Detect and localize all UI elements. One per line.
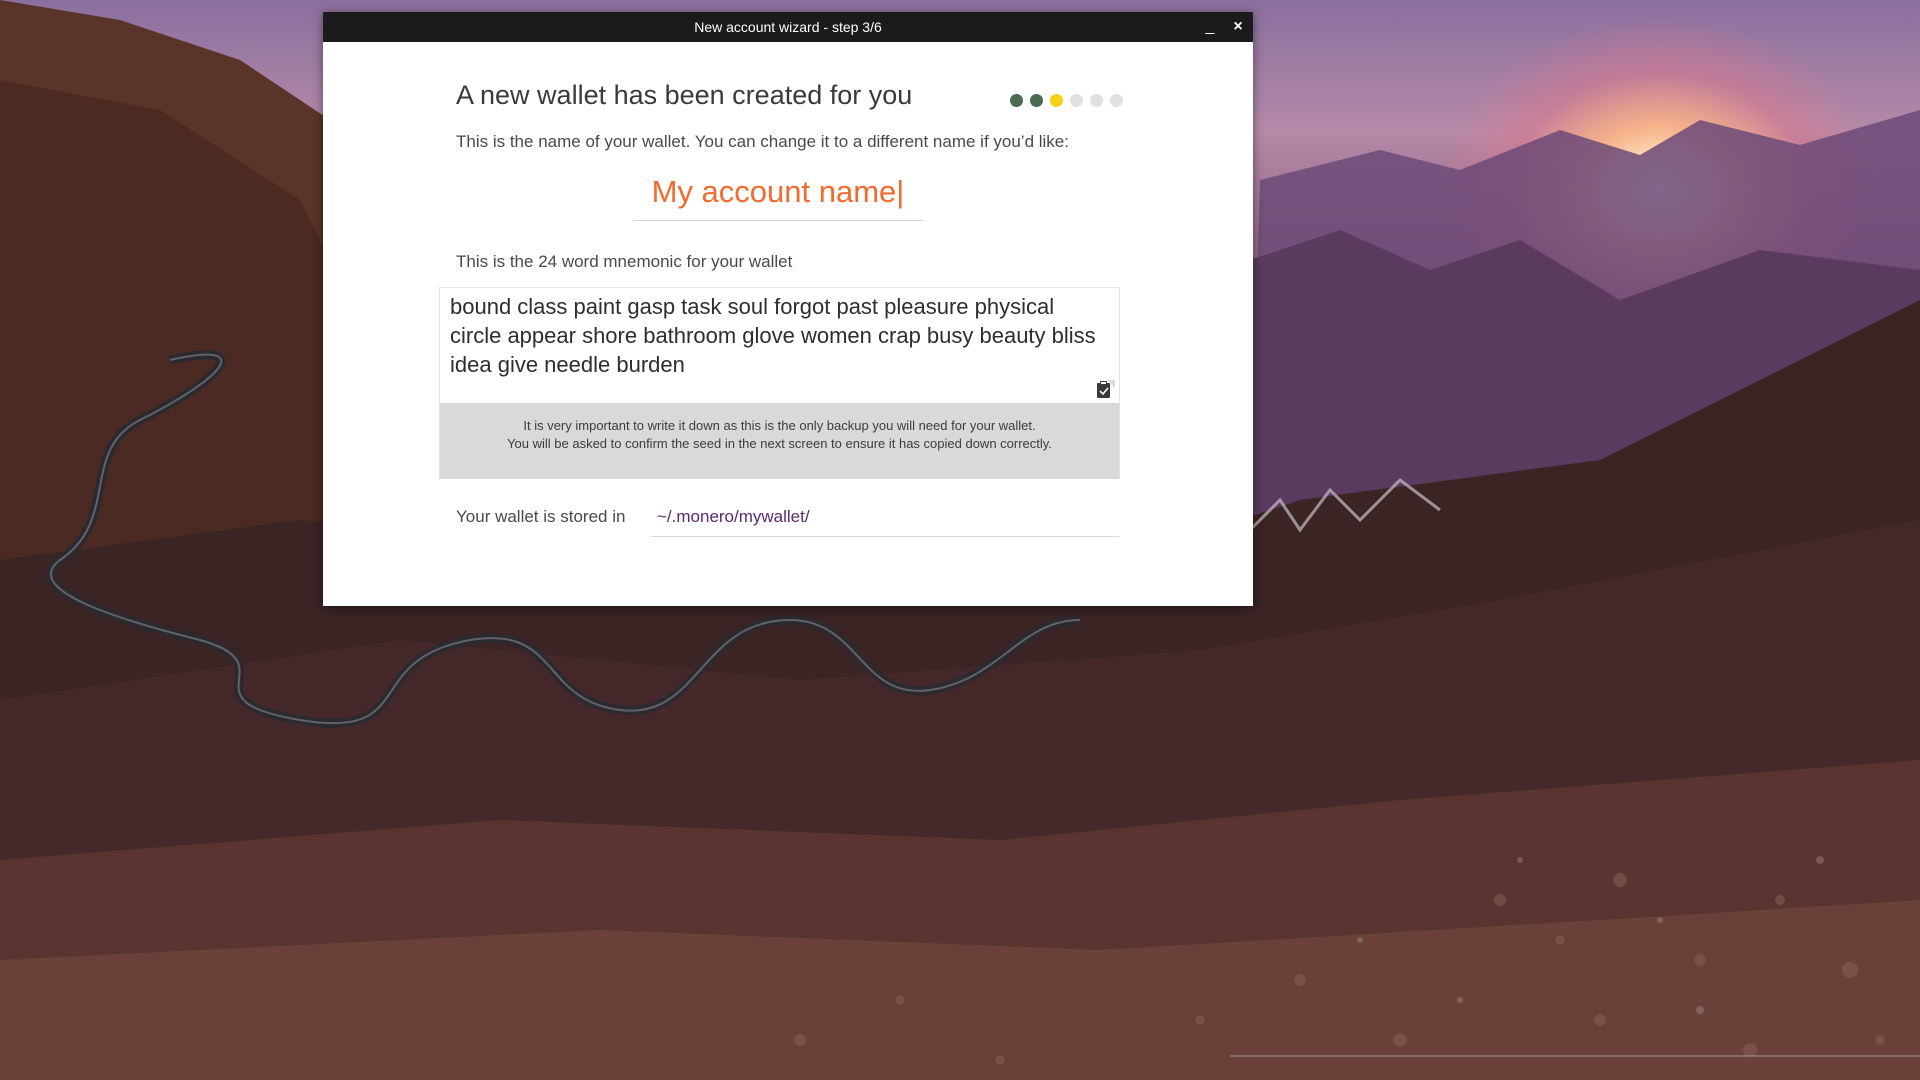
title-bar[interactable]: New account wizard - step 3/6 _ × bbox=[323, 12, 1253, 42]
account-name-input[interactable]: My account name| bbox=[633, 174, 923, 221]
mnemonic-text[interactable]: bound class paint gasp task soul forgot … bbox=[450, 292, 1100, 379]
backup-warning-line-2: You will be asked to confirm the seed in… bbox=[507, 436, 1052, 451]
close-button[interactable]: × bbox=[1225, 12, 1251, 42]
step-dot-4 bbox=[1070, 94, 1083, 107]
mnemonic-box: bound class paint gasp task soul forgot … bbox=[439, 287, 1120, 479]
minimize-button[interactable]: _ bbox=[1197, 12, 1223, 42]
backup-warning: It is very important to write it down as… bbox=[440, 403, 1119, 479]
step-dot-1 bbox=[1010, 94, 1023, 107]
wizard-window: New account wizard - step 3/6 _ × A new … bbox=[323, 12, 1253, 606]
wallet-path-input[interactable]: ~/.monero/mywallet/ bbox=[651, 507, 1119, 537]
page-title: A new wallet has been created for you bbox=[456, 80, 913, 110]
name-prompt: This is the name of your wallet. You can… bbox=[456, 132, 1069, 151]
window-title: New account wizard - step 3/6 bbox=[694, 19, 882, 35]
clipboard-icon[interactable] bbox=[1093, 378, 1115, 400]
step-dot-6 bbox=[1110, 94, 1123, 107]
storage-label: Your wallet is stored in bbox=[456, 507, 626, 526]
step-dot-3 bbox=[1050, 94, 1063, 107]
backup-warning-line-1: It is very important to write it down as… bbox=[523, 418, 1036, 433]
step-dot-2 bbox=[1030, 94, 1043, 107]
mnemonic-label: This is the 24 word mnemonic for your wa… bbox=[456, 252, 793, 271]
step-dot-5 bbox=[1090, 94, 1103, 107]
